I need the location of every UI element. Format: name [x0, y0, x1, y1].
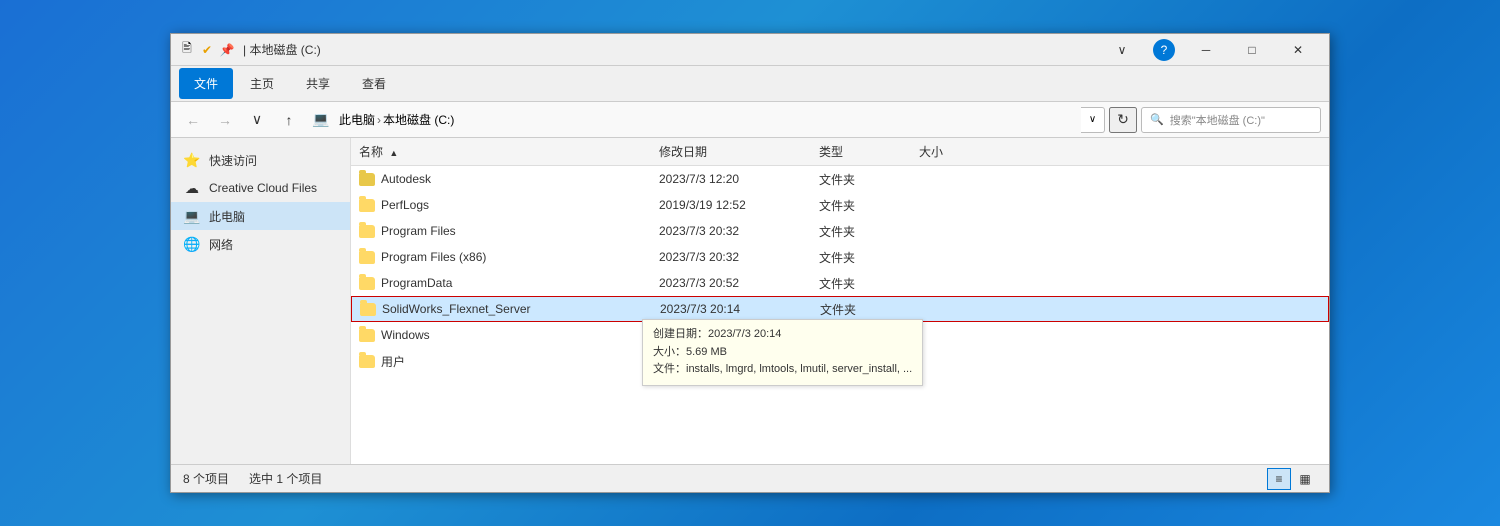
file-date: 2023/7/3 20:32: [651, 250, 811, 264]
forward-button[interactable]: →: [211, 107, 239, 133]
sidebar-item-this-pc[interactable]: 💻 此电脑: [171, 202, 350, 230]
col-header-name[interactable]: 名称 ▲: [351, 143, 651, 160]
folder-icon: [359, 225, 375, 238]
col-header-type[interactable]: 类型: [811, 143, 911, 160]
file-type: 文件夹: [812, 301, 912, 318]
table-row[interactable]: Autodesk 2023/7/3 12:20 文件夹: [351, 166, 1329, 192]
explorer-window: 🖹 ✔ 📌 | 本地磁盘 (C:) ∨ ? ─ □ ✕ 文件 主页 共享 查看 …: [170, 33, 1330, 493]
file-name: 用户: [381, 353, 405, 370]
sidebar-label-quick-access: 快速访问: [209, 152, 257, 169]
folder-icon: [359, 251, 375, 264]
file-area: 名称 ▲ 修改日期 类型 大小 Autodesk 2023/7/3 12:20 …: [351, 138, 1329, 464]
file-name: Autodesk: [381, 172, 431, 186]
table-row[interactable]: PerfLogs 2019/3/19 12:52 文件夹: [351, 192, 1329, 218]
title-bar: 🖹 ✔ 📌 | 本地磁盘 (C:) ∨ ? ─ □ ✕: [171, 34, 1329, 66]
file-type: 文件夹: [811, 171, 911, 188]
file-name: Program Files (x86): [381, 250, 486, 264]
main-content: ⭐ 快速访问 ☁ Creative Cloud Files 💻 此电脑 🌐 网络…: [171, 138, 1329, 464]
file-list-header: 名称 ▲ 修改日期 类型 大小: [351, 138, 1329, 166]
sidebar: ⭐ 快速访问 ☁ Creative Cloud Files 💻 此电脑 🌐 网络: [171, 138, 351, 464]
file-date: 2023/7/3 20:14: [652, 302, 812, 316]
folder-icon: [360, 303, 376, 316]
network-icon: 🌐: [183, 235, 201, 253]
detail-view-button[interactable]: ▦: [1293, 468, 1317, 490]
computer-icon: 💻: [183, 207, 201, 225]
breadcrumb: 此电脑 › 本地磁盘 (C:): [339, 111, 454, 128]
tab-share[interactable]: 共享: [291, 68, 345, 99]
search-icon: 🔍: [1150, 113, 1164, 126]
cloud-icon: ☁: [183, 179, 201, 197]
table-row-selected[interactable]: SolidWorks_Flexnet_Server 2023/7/3 20:14…: [351, 296, 1329, 322]
selected-count: 选中 1 个项目: [249, 470, 322, 487]
view-toggles: ≡ ▦: [1267, 468, 1317, 490]
file-name: SolidWorks_Flexnet_Server: [382, 302, 531, 316]
ribbon: 文件 主页 共享 查看: [171, 66, 1329, 102]
tooltip-files: 文件：installs, lmgrd, lmtools, lmutil, ser…: [653, 361, 912, 379]
search-box[interactable]: 🔍 搜索"本地磁盘 (C:)": [1141, 107, 1321, 133]
list-view-button[interactable]: ≡: [1267, 468, 1291, 490]
sidebar-item-network[interactable]: 🌐 网络: [171, 230, 350, 258]
file-date: 2023/7/3 20:52: [651, 276, 811, 290]
folder-icon: [359, 199, 375, 212]
sidebar-label-creative-cloud: Creative Cloud Files: [209, 181, 317, 195]
item-count: 8 个项目: [183, 470, 229, 487]
file-date: 2019/3/19 12:52: [651, 198, 811, 212]
tooltip-size: 大小：5.69 MB: [653, 344, 912, 362]
sidebar-item-creative-cloud[interactable]: ☁ Creative Cloud Files: [171, 174, 350, 202]
minimize-button[interactable]: ─: [1183, 34, 1229, 66]
up-button[interactable]: ↑: [275, 107, 303, 133]
table-row[interactable]: Program Files 2023/7/3 20:32 文件夹: [351, 218, 1329, 244]
sort-arrow: ▲: [389, 148, 398, 158]
file-date: 2023/7/3 12:20: [651, 172, 811, 186]
file-type: 文件夹: [811, 223, 911, 240]
back-icon: 🖹: [179, 42, 195, 58]
breadcrumb-computer[interactable]: 此电脑: [339, 111, 375, 128]
file-name: ProgramData: [381, 276, 452, 290]
file-rows: Autodesk 2023/7/3 12:20 文件夹 PerfLogs 201…: [351, 166, 1329, 464]
back-button[interactable]: ←: [179, 107, 207, 133]
path-chevron[interactable]: ∨: [1081, 107, 1105, 133]
sidebar-item-quick-access[interactable]: ⭐ 快速访问: [171, 146, 350, 174]
pin-icon: 📌: [219, 42, 235, 58]
tab-home[interactable]: 主页: [235, 68, 289, 99]
search-placeholder: 搜索"本地磁盘 (C:)": [1170, 112, 1265, 128]
folder-icon: [359, 355, 375, 368]
refresh-button[interactable]: ↻: [1109, 107, 1137, 133]
status-bar: 8 个项目 选中 1 个项目 ≡ ▦: [171, 464, 1329, 492]
file-date: 2023/7/3 20:32: [651, 224, 811, 238]
col-header-size[interactable]: 大小: [911, 143, 1011, 160]
table-row[interactable]: Program Files (x86) 2023/7/3 20:32 文件夹: [351, 244, 1329, 270]
col-header-date[interactable]: 修改日期: [651, 143, 811, 160]
window-title: | 本地磁盘 (C:): [243, 41, 1099, 58]
breadcrumb-drive[interactable]: 本地磁盘 (C:): [383, 111, 454, 128]
computer-icon: 💻: [307, 107, 335, 133]
file-name: Windows: [381, 328, 430, 342]
recent-button[interactable]: ∨: [243, 107, 271, 133]
star-icon: ⭐: [183, 151, 201, 169]
title-bar-icons: 🖹 ✔ 📌: [179, 42, 235, 58]
tab-view[interactable]: 查看: [347, 68, 401, 99]
sidebar-label-this-pc: 此电脑: [209, 208, 245, 225]
folder-icon: [359, 329, 375, 342]
close-button[interactable]: ✕: [1275, 34, 1321, 66]
tab-file[interactable]: 文件: [179, 68, 233, 99]
sidebar-label-network: 网络: [209, 236, 233, 253]
file-type: 文件夹: [811, 249, 911, 266]
table-row[interactable]: ProgramData 2023/7/3 20:52 文件夹: [351, 270, 1329, 296]
tooltip-created: 创建日期：2023/7/3 20:14: [653, 326, 912, 344]
folder-icon: [359, 173, 375, 186]
file-name: Program Files: [381, 224, 456, 238]
help-btn[interactable]: ?: [1153, 39, 1175, 61]
check-icon: ✔: [199, 42, 215, 58]
folder-icon: [359, 277, 375, 290]
address-bar: ← → ∨ ↑ 💻 此电脑 › 本地磁盘 (C:) ∨ ↻ 🔍 搜索"本地磁盘 …: [171, 102, 1329, 138]
file-name: PerfLogs: [381, 198, 429, 212]
file-type: 文件夹: [811, 197, 911, 214]
window-controls: ∨ ? ─ □ ✕: [1099, 34, 1321, 66]
chevron-btn[interactable]: ∨: [1099, 34, 1145, 66]
file-type: 文件夹: [811, 275, 911, 292]
maximize-button[interactable]: □: [1229, 34, 1275, 66]
tooltip-popup: 创建日期：2023/7/3 20:14 大小：5.69 MB 文件：instal…: [642, 319, 923, 386]
